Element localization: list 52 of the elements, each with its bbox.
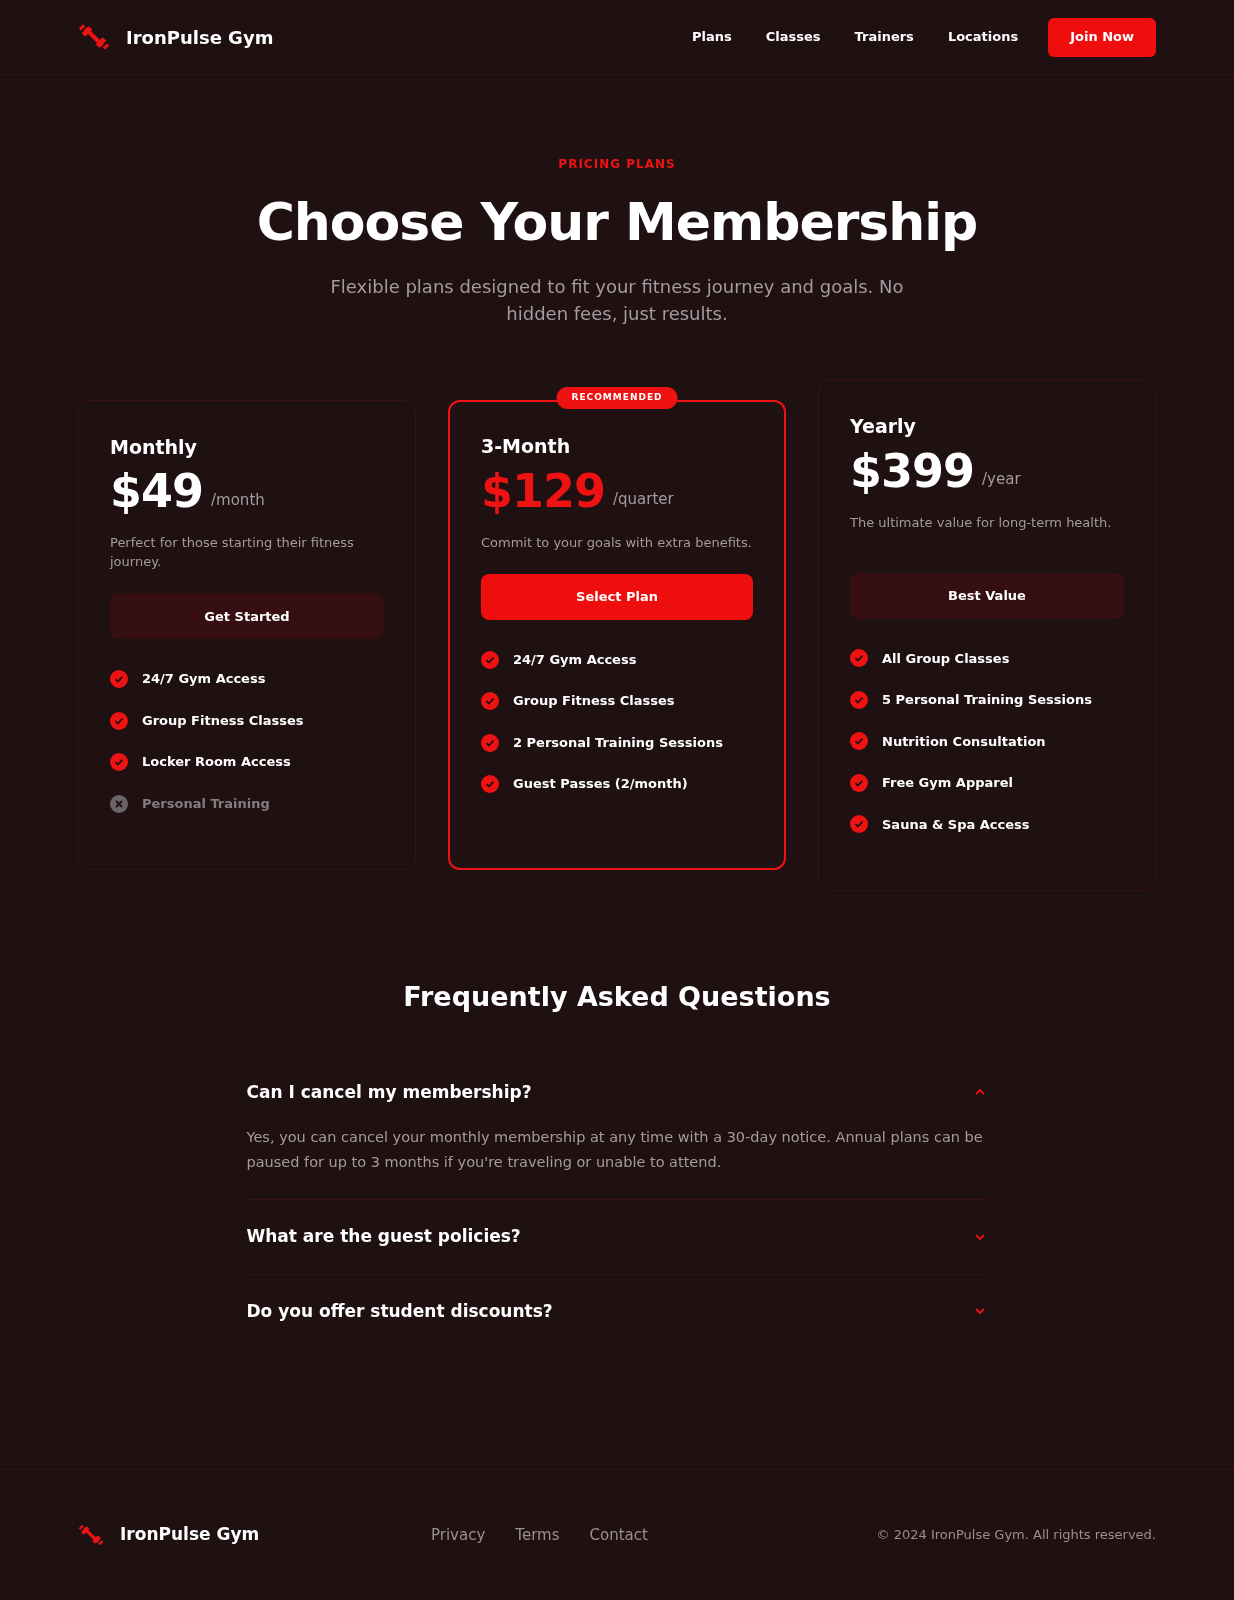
- plan-price: $399: [850, 442, 975, 499]
- plan-description: Commit to your goals with extra benefits.: [481, 533, 753, 552]
- brand-name: IronPulse Gym: [126, 25, 274, 50]
- feature-text: Sauna & Spa Access: [882, 815, 1030, 834]
- plan-description: The ultimate value for long-term health.: [850, 513, 1113, 532]
- price-period: /month: [211, 489, 265, 511]
- copyright-text: © 2024 IronPulse Gym. All rights reserved.: [876, 1526, 1156, 1545]
- plan-description: Perfect for those starting their fitness journey.: [110, 534, 355, 572]
- feature-text: Group Fitness Classes: [513, 692, 675, 711]
- footer-link[interactable]: Contact: [589, 1523, 648, 1547]
- feature-text: 2 Personal Training Sessions: [513, 733, 723, 752]
- feature-text: 24/7 Gym Access: [513, 650, 637, 669]
- feature-text: Nutrition Consultation: [882, 732, 1046, 751]
- nav-link[interactable]: Plans: [692, 27, 732, 47]
- faq-title: Frequently Asked Questions: [403, 980, 831, 1014]
- brand-name: IronPulse Gym: [120, 1523, 260, 1547]
- price-period: /quarter: [613, 489, 674, 511]
- faq-question[interactable]: Do you offer student discounts?: [246, 1298, 988, 1324]
- nav-link[interactable]: Trainers: [854, 27, 914, 47]
- question-text: What are the guest policies?: [246, 1225, 521, 1248]
- question-text: Do you offer student discounts?: [246, 1299, 553, 1323]
- feature-text: Guest Passes (2/month): [513, 775, 688, 794]
- plan-name: Monthly: [110, 434, 198, 460]
- faq-question[interactable]: Can I cancel my membership?: [246, 1079, 988, 1105]
- question-text: Can I cancel my membership?: [246, 1080, 532, 1104]
- plan-price: $49: [110, 463, 204, 520]
- recommended-badge: RECOMMENDED: [556, 387, 678, 409]
- plan-name: Yearly: [850, 414, 917, 439]
- feature-text: 24/7 Gym Access: [142, 670, 266, 689]
- page-title: Choose Your Membership: [256, 191, 978, 254]
- feature-text: 5 Personal Training Sessions: [882, 691, 1092, 709]
- plan-button[interactable]: Select Plan: [481, 573, 753, 620]
- plan-price: $129: [481, 462, 606, 519]
- feature-text: Group Fitness Classes: [142, 711, 304, 730]
- plan-button[interactable]: Best Value: [850, 572, 1124, 619]
- plan-name: 3-Month: [481, 434, 572, 460]
- section-label: PRICING PLANS: [558, 156, 676, 173]
- feature-text: Locker Room Access: [142, 753, 291, 772]
- nav-link[interactable]: Classes: [765, 27, 821, 47]
- dumbbell-icon: [78, 1522, 104, 1548]
- nav-link[interactable]: Locations: [947, 27, 1019, 47]
- price-period: /year: [982, 469, 1021, 490]
- faq-answer: Yes, you can cancel your monthly membership at any time with a 30-day notice. Annual plans can be paused for up to 3 months if you're traveling or unable to attend.: [246, 1128, 984, 1172]
- page-subtitle: Flexible plans designed to fit your fitness journey and goals. No hidden fees, just results.: [329, 275, 905, 326]
- feature-text: Personal Training: [142, 794, 270, 813]
- faq-question[interactable]: What are the guest policies?: [246, 1224, 988, 1250]
- plan-button[interactable]: Get Started: [110, 593, 384, 640]
- footer-link[interactable]: Terms: [515, 1523, 560, 1547]
- feature-text: Free Gym Apparel: [882, 774, 1013, 792]
- feature-text: All Group Classes: [882, 649, 1010, 668]
- footer-link[interactable]: Privacy: [431, 1523, 486, 1547]
- join-now-button[interactable]: Join Now: [1048, 17, 1156, 57]
